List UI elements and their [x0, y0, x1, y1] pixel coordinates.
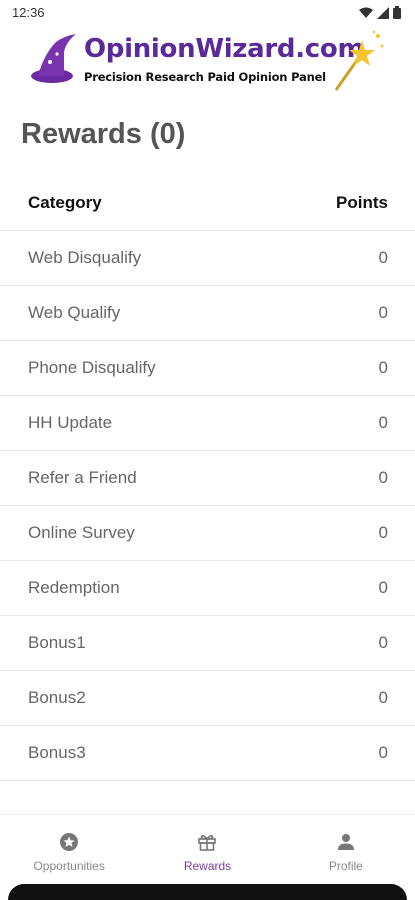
table-row: Online Survey 0 [0, 506, 415, 561]
row-points: 0 [378, 358, 388, 377]
column-header-category: Category [28, 192, 102, 212]
column-header-points: Points [336, 192, 388, 212]
nav-opportunities[interactable]: Opportunities [0, 815, 138, 884]
row-points: 0 [378, 743, 388, 762]
rewards-table: Category Points Web Disqualify 0 Web Qual… [0, 175, 415, 781]
table-header: Category Points [0, 175, 415, 231]
row-points: 0 [378, 413, 388, 432]
nav-label: Opportunities [33, 859, 105, 873]
status-icons [359, 6, 401, 19]
row-points: 0 [378, 303, 388, 322]
gesture-bar [8, 884, 407, 900]
wizard-hat-icon [31, 34, 76, 83]
magic-wand-icon [334, 30, 384, 91]
row-category: Redemption [28, 578, 120, 597]
status-time: 12:36 [12, 5, 45, 20]
table-row: Web Disqualify 0 [0, 231, 415, 286]
row-category: Bonus1 [28, 633, 86, 652]
row-category: Phone Disqualify [28, 358, 156, 377]
battery-icon [393, 6, 401, 19]
nav-label: Rewards [183, 859, 232, 873]
signal-icon [377, 6, 389, 19]
row-points: 0 [378, 468, 388, 487]
row-category: Web Disqualify [28, 248, 142, 267]
person-icon [337, 831, 355, 853]
star-circle-icon [59, 831, 79, 853]
row-category: Web Qualify [28, 303, 121, 322]
logo-subtitle: Precision Research Paid Opinion Panel [84, 70, 326, 84]
row-points: 0 [378, 523, 388, 542]
table-row: Bonus1 0 [0, 616, 415, 671]
row-points: 0 [378, 688, 388, 707]
table-row: Web Qualify 0 [0, 286, 415, 341]
row-category: Bonus2 [28, 688, 86, 707]
page-title: Rewards (0) [21, 118, 186, 150]
gift-icon [197, 831, 217, 853]
nav-profile[interactable]: Profile [277, 815, 415, 884]
table-row: Bonus2 0 [0, 671, 415, 726]
status-bar: 12:36 [0, 0, 415, 28]
table-row: Phone Disqualify 0 [0, 341, 415, 396]
row-points: 0 [378, 633, 388, 652]
table-row: Bonus3 0 [0, 726, 415, 781]
table-row: HH Update 0 [0, 396, 415, 451]
logo-title: OpinionWizard.com [84, 34, 365, 64]
table-row: Redemption 0 [0, 561, 415, 616]
table-row: Refer a Friend 0 [0, 451, 415, 506]
row-category: Refer a Friend [28, 468, 137, 487]
row-points: 0 [378, 578, 388, 597]
row-category: Online Survey [28, 523, 135, 542]
bottom-navigation: Opportunities Rewards Profile [0, 814, 415, 884]
row-category: HH Update [28, 413, 113, 432]
nav-label: Profile [328, 859, 363, 873]
nav-rewards[interactable]: Rewards [138, 815, 276, 884]
app-logo: OpinionWizard.com Precision Research Pai… [30, 30, 390, 92]
row-category: Bonus3 [28, 743, 86, 762]
row-points: 0 [378, 248, 388, 267]
wifi-icon [359, 7, 373, 18]
